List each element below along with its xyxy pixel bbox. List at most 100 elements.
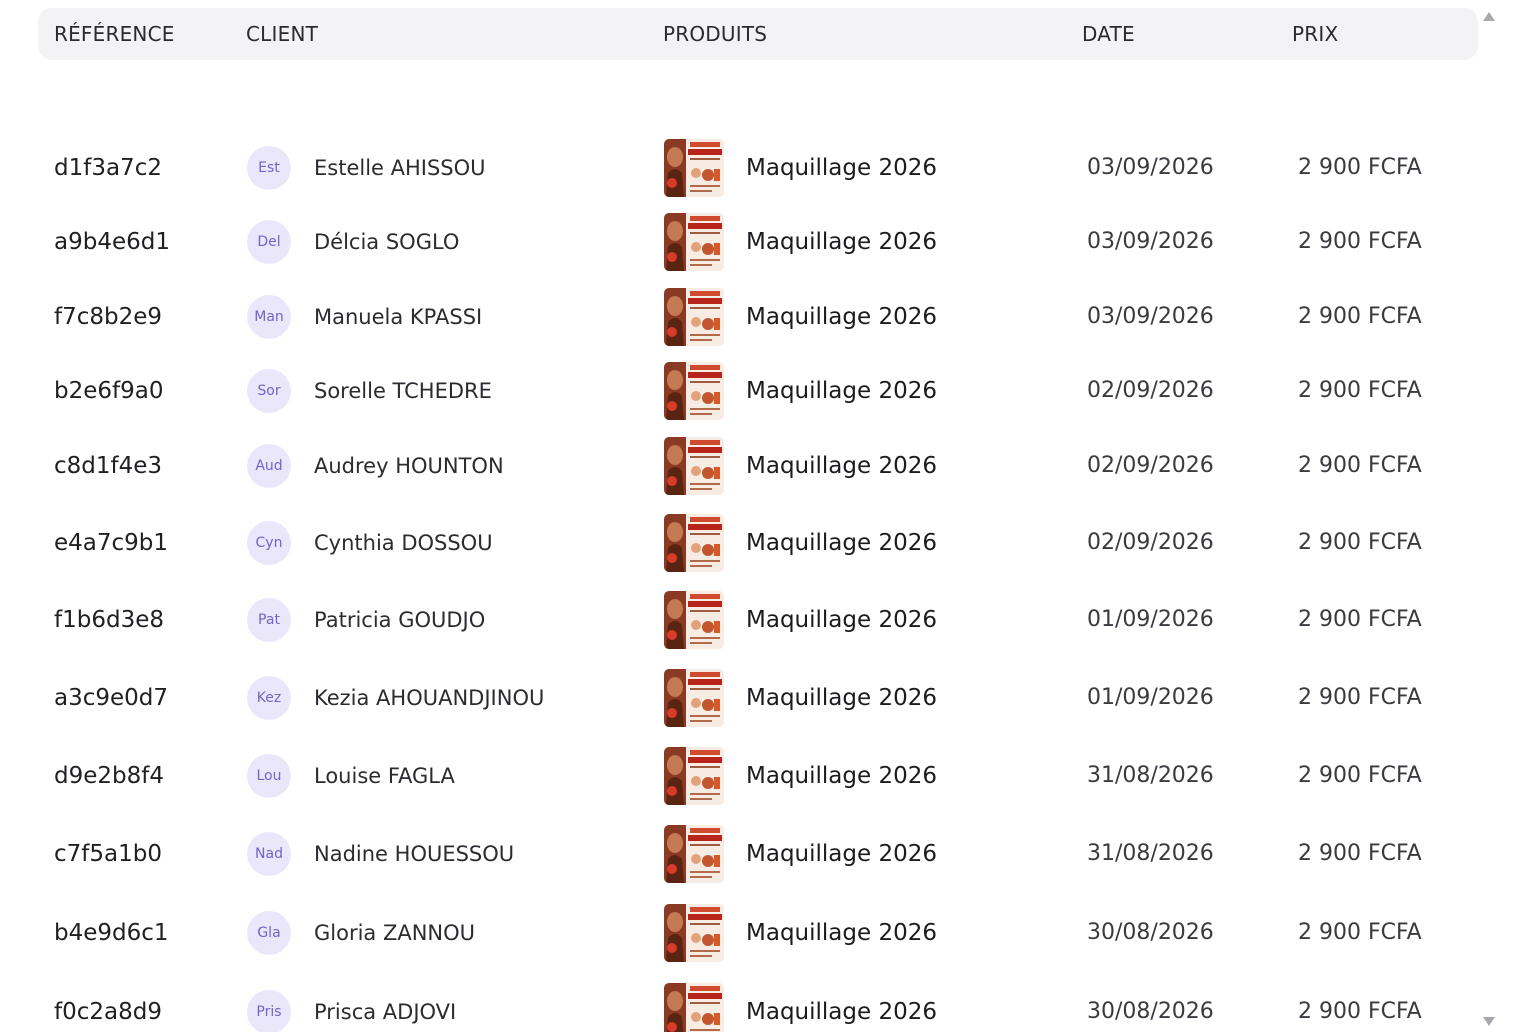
order-date: 01/09/2026 bbox=[1087, 685, 1214, 710]
table-row[interactable]: c7f5a1b0 Nad Nadine HOUESSOU Maquillage 202… bbox=[38, 824, 1478, 884]
order-date: 03/09/2026 bbox=[1087, 155, 1214, 180]
product-name: Maquillage 2026 bbox=[746, 530, 937, 556]
avatar: Kez bbox=[247, 676, 291, 720]
order-date: 31/08/2026 bbox=[1087, 763, 1214, 788]
product-name: Maquillage 2026 bbox=[746, 920, 937, 946]
order-reference: c7f5a1b0 bbox=[54, 841, 162, 867]
client-name: Estelle AHISSOU bbox=[314, 156, 486, 180]
client-name: Délcia SOGLO bbox=[314, 230, 460, 254]
orders-table: RÉFÉRENCE CLIENT PRODUITS DATE PRIX d1f3… bbox=[38, 8, 1478, 1032]
product-thumbnail bbox=[664, 213, 724, 271]
client-name: Gloria ZANNOU bbox=[314, 921, 476, 945]
product-name: Maquillage 2026 bbox=[746, 685, 937, 711]
avatar: Cyn bbox=[247, 521, 291, 565]
product-thumbnail bbox=[664, 288, 724, 346]
product-thumbnail bbox=[664, 591, 724, 649]
scroll-down-arrow-icon[interactable] bbox=[1483, 1017, 1495, 1026]
order-date: 03/09/2026 bbox=[1087, 229, 1214, 254]
avatar: Lou bbox=[247, 754, 291, 798]
product-name: Maquillage 2026 bbox=[746, 378, 937, 404]
order-price: 2 900 FCFA bbox=[1298, 841, 1422, 866]
client-name: Louise FAGLA bbox=[314, 764, 455, 788]
table-row[interactable]: a9b4e6d1 Del Délcia SOGLO Maquillage 2026 03… bbox=[38, 212, 1478, 272]
product-thumbnail bbox=[664, 362, 724, 420]
avatar: Del bbox=[247, 220, 291, 264]
order-reference: f1b6d3e8 bbox=[54, 607, 164, 633]
order-price: 2 900 FCFA bbox=[1298, 763, 1422, 788]
product-name: Maquillage 2026 bbox=[746, 763, 937, 789]
product-thumbnail bbox=[664, 904, 724, 962]
product-thumbnail bbox=[664, 437, 724, 495]
order-price: 2 900 FCFA bbox=[1298, 378, 1422, 403]
header-date[interactable]: DATE bbox=[1082, 8, 1135, 60]
avatar: Aud bbox=[247, 444, 291, 488]
order-price: 2 900 FCFA bbox=[1298, 920, 1422, 945]
order-reference: d1f3a7c2 bbox=[54, 155, 162, 181]
product-name: Maquillage 2026 bbox=[746, 841, 937, 867]
order-reference: f7c8b2e9 bbox=[54, 304, 163, 330]
table-header: RÉFÉRENCE CLIENT PRODUITS DATE PRIX bbox=[38, 8, 1478, 60]
order-price: 2 900 FCFA bbox=[1298, 229, 1422, 254]
order-reference: b4e9d6c1 bbox=[54, 920, 169, 946]
avatar: Nad bbox=[247, 832, 291, 876]
table-row[interactable]: d1f3a7c2 Est Estelle AHISSOU Maquillage 202… bbox=[38, 138, 1478, 198]
avatar: Man bbox=[247, 295, 291, 339]
order-price: 2 900 FCFA bbox=[1298, 607, 1422, 632]
order-price: 2 900 FCFA bbox=[1298, 304, 1422, 329]
table-row[interactable]: b4e9d6c1 Gla Gloria ZANNOU Maquillage 2026 3… bbox=[38, 903, 1478, 963]
product-thumbnail bbox=[664, 747, 724, 805]
scroll-up-arrow-icon[interactable] bbox=[1483, 12, 1495, 21]
order-price: 2 900 FCFA bbox=[1298, 685, 1422, 710]
product-thumbnail bbox=[664, 514, 724, 572]
order-reference: e4a7c9b1 bbox=[54, 530, 169, 556]
orders-page: RÉFÉRENCE CLIENT PRODUITS DATE PRIX d1f3… bbox=[0, 0, 1524, 1032]
table-row[interactable]: f1b6d3e8 Pat Patricia GOUDJO Maquillage 202… bbox=[38, 590, 1478, 650]
order-date: 02/09/2026 bbox=[1087, 378, 1214, 403]
order-price: 2 900 FCFA bbox=[1298, 530, 1422, 555]
order-date: 01/09/2026 bbox=[1087, 607, 1214, 632]
product-thumbnail bbox=[664, 669, 724, 727]
order-reference: f0c2a8d9 bbox=[54, 999, 162, 1025]
table-row[interactable]: a3c9e0d7 Kez Kezia AHOUANDJINOU Maquillage … bbox=[38, 668, 1478, 728]
order-date: 30/08/2026 bbox=[1087, 999, 1214, 1024]
client-name: Patricia GOUDJO bbox=[314, 608, 486, 632]
table-row[interactable]: e4a7c9b1 Cyn Cynthia DOSSOU Maquillage 2026… bbox=[38, 513, 1478, 573]
order-reference: d9e2b8f4 bbox=[54, 763, 164, 789]
header-client[interactable]: CLIENT bbox=[246, 8, 318, 60]
client-name: Audrey HOUNTON bbox=[314, 454, 504, 478]
avatar: Gla bbox=[247, 911, 291, 955]
product-thumbnail bbox=[664, 139, 724, 197]
product-name: Maquillage 2026 bbox=[746, 155, 937, 181]
product-thumbnail bbox=[664, 983, 724, 1032]
client-name: Nadine HOUESSOU bbox=[314, 842, 515, 866]
header-produits[interactable]: PRODUITS bbox=[663, 8, 767, 60]
product-thumbnail bbox=[664, 825, 724, 883]
table-row[interactable]: f7c8b2e9 Man Manuela KPASSI Maquillage 2026… bbox=[38, 287, 1478, 347]
product-name: Maquillage 2026 bbox=[746, 304, 937, 330]
order-date: 02/09/2026 bbox=[1087, 453, 1214, 478]
header-prix[interactable]: PRIX bbox=[1292, 8, 1338, 60]
product-name: Maquillage 2026 bbox=[746, 229, 937, 255]
header-reference[interactable]: RÉFÉRENCE bbox=[54, 8, 175, 60]
order-price: 2 900 FCFA bbox=[1298, 155, 1422, 180]
product-name: Maquillage 2026 bbox=[746, 453, 937, 479]
order-reference: c8d1f4e3 bbox=[54, 453, 163, 479]
table-row[interactable]: f0c2a8d9 Pris Prisca ADJOVI Maquillage 2026… bbox=[38, 982, 1478, 1032]
table-row[interactable]: d9e2b8f4 Lou Louise FAGLA Maquillage 2026 31… bbox=[38, 746, 1478, 806]
client-name: Kezia AHOUANDJINOU bbox=[314, 686, 545, 710]
order-reference: a9b4e6d1 bbox=[54, 229, 170, 255]
vertical-scrollbar[interactable] bbox=[1478, 8, 1500, 1028]
client-name: Cynthia DOSSOU bbox=[314, 531, 493, 555]
table-row[interactable]: c8d1f4e3 Aud Audrey HOUNTON Maquillage 2026… bbox=[38, 436, 1478, 496]
product-name: Maquillage 2026 bbox=[746, 607, 937, 633]
table-row[interactable]: b2e6f9a0 Sor Sorelle TCHEDRE Maquillage 202… bbox=[38, 361, 1478, 421]
order-reference: b2e6f9a0 bbox=[54, 378, 164, 404]
avatar: Pris bbox=[247, 990, 291, 1032]
order-reference: a3c9e0d7 bbox=[54, 685, 169, 711]
order-price: 2 900 FCFA bbox=[1298, 453, 1422, 478]
client-name: Manuela KPASSI bbox=[314, 305, 483, 329]
avatar: Sor bbox=[247, 369, 291, 413]
order-date: 03/09/2026 bbox=[1087, 304, 1214, 329]
order-date: 31/08/2026 bbox=[1087, 841, 1214, 866]
avatar: Pat bbox=[247, 598, 291, 642]
